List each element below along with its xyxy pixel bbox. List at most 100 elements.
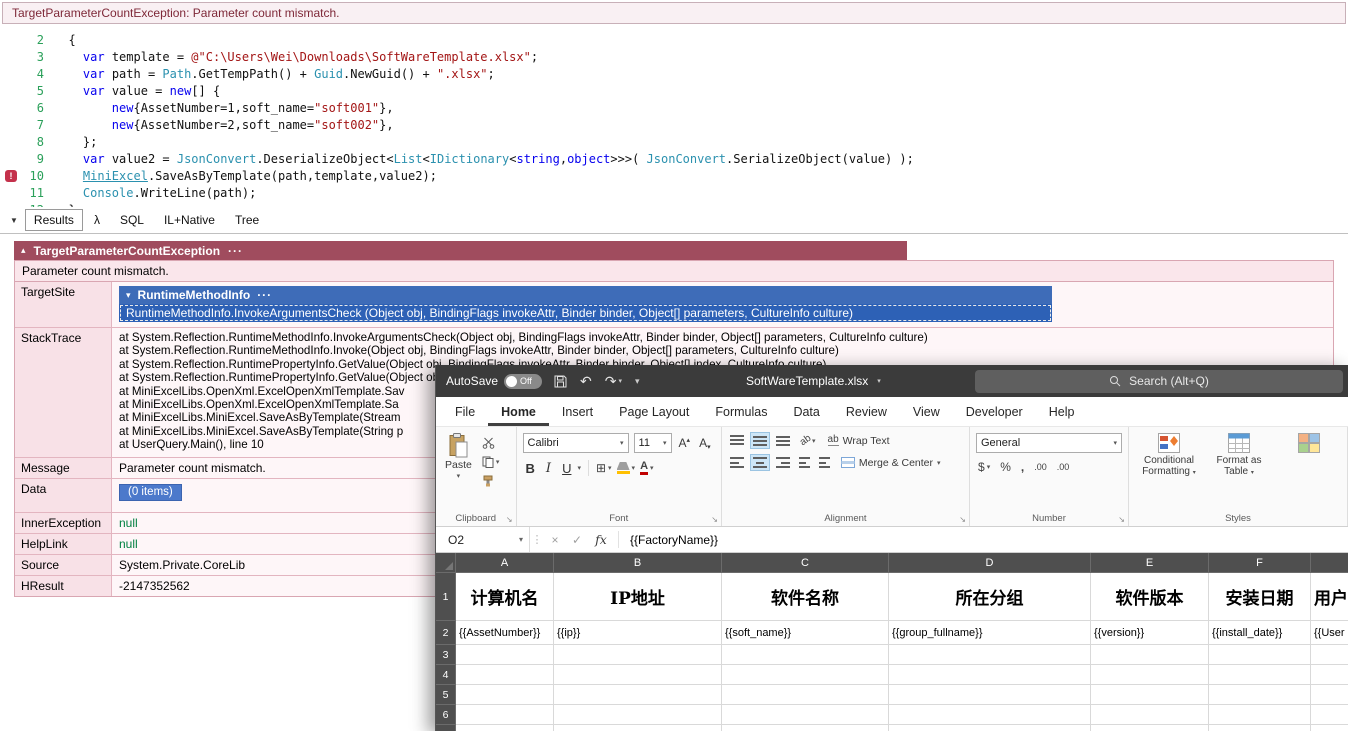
items-badge[interactable]: (0 items)	[119, 483, 182, 501]
collapse-exception-icon[interactable]: ▴	[21, 245, 26, 256]
search-box[interactable]: Search (Alt+Q)	[975, 369, 1343, 393]
cell-E2[interactable]: {{version}}	[1091, 621, 1209, 645]
alignment-dialog-launcher[interactable]: ↘	[959, 515, 966, 524]
code-text[interactable]: Console.WriteLine(path);	[54, 185, 256, 202]
code-text[interactable]: var value2 = JsonConvert.DeserializeObje…	[54, 151, 914, 168]
decrease-font-size-button[interactable]: A ▾	[697, 436, 713, 451]
column-header-E[interactable]: E	[1091, 553, 1209, 573]
cell-E6[interactable]	[1091, 705, 1209, 725]
cell-G1[interactable]: 用户	[1311, 573, 1348, 621]
align-bottom-button[interactable]	[774, 433, 792, 448]
tab-il-native[interactable]: IL+Native	[155, 209, 224, 231]
cell-E4[interactable]	[1091, 665, 1209, 685]
paste-button[interactable]: Paste ▾	[445, 433, 472, 487]
menu-tab-view[interactable]: View	[900, 397, 953, 426]
align-middle-button[interactable]	[749, 432, 770, 449]
code-text[interactable]: var template = @"C:\Users\Wei\Downloads\…	[54, 49, 538, 66]
cell-A1[interactable]: 计算机名	[456, 573, 554, 621]
borders-button[interactable]: ⊞ ▾	[596, 461, 612, 475]
cell-A2[interactable]: {{AssetNumber}}	[456, 621, 554, 645]
orientation-button[interactable]: ab ▾	[798, 433, 816, 448]
cell-F2[interactable]: {{install_date}}	[1209, 621, 1311, 645]
underline-button[interactable]: U	[559, 461, 572, 476]
decrease-indent-button[interactable]	[797, 455, 812, 470]
row-header-1[interactable]: 1	[436, 573, 456, 621]
code-text[interactable]: new{AssetNumber=2,soft_name="soft002"},	[54, 117, 394, 134]
column-header-G[interactable]: G	[1311, 553, 1348, 573]
cell-G6[interactable]	[1311, 705, 1348, 725]
cell-G7[interactable]	[1311, 725, 1348, 731]
title-dropdown-icon[interactable]: ▾	[877, 377, 881, 385]
copy-button[interactable]: ▾	[482, 456, 499, 468]
code-line-11[interactable]: 11 Console.WriteLine(path);	[0, 185, 1348, 202]
column-header-F[interactable]: F	[1209, 553, 1311, 573]
code-line-10[interactable]: ! 10 MiniExcel.SaveAsByTemplate(path,temp…	[0, 168, 1348, 185]
cell-D2[interactable]: {{group_fullname}}	[889, 621, 1091, 645]
cell-B7[interactable]	[554, 725, 722, 731]
cell-G5[interactable]	[1311, 685, 1348, 705]
code-text[interactable]: var path = Path.GetTempPath() + Guid.New…	[54, 66, 495, 83]
cut-button[interactable]	[482, 437, 500, 449]
format-painter-button[interactable]	[482, 475, 500, 487]
cell-F6[interactable]	[1209, 705, 1311, 725]
decrease-decimal-button[interactable]: .00	[1057, 462, 1070, 472]
underline-dropdown-icon[interactable]: ▾	[577, 464, 581, 472]
column-header-C[interactable]: C	[722, 553, 889, 573]
cell-B4[interactable]	[554, 665, 722, 685]
increase-decimal-button[interactable]: .00	[1034, 462, 1047, 472]
cell-C6[interactable]	[722, 705, 889, 725]
autosave-toggle[interactable]: Off	[504, 373, 543, 389]
cell-D6[interactable]	[889, 705, 1091, 725]
menu-tab-home[interactable]: Home	[488, 397, 549, 426]
code-text[interactable]: new{AssetNumber=1,soft_name="soft001"},	[54, 100, 394, 117]
collapse-targetsite-icon[interactable]: ▾	[126, 290, 131, 301]
code-text[interactable]: MiniExcel.SaveAsByTemplate(path,template…	[54, 168, 437, 185]
menu-tab-help[interactable]: Help	[1036, 397, 1088, 426]
conditional-formatting-button[interactable]: Conditional Formatting ▾	[1137, 433, 1201, 479]
tab-sql[interactable]: SQL	[111, 209, 153, 231]
fill-color-button[interactable]: ▾	[616, 462, 635, 474]
cell-E3[interactable]	[1091, 645, 1209, 665]
cell-C7[interactable]	[722, 725, 889, 731]
cell-F4[interactable]	[1209, 665, 1311, 685]
align-top-button[interactable]	[728, 433, 746, 448]
formula-input[interactable]: {{FactoryName}}	[623, 533, 1348, 547]
percent-style-button[interactable]: %	[1000, 460, 1011, 474]
cell-D1[interactable]: 所在分组	[889, 573, 1091, 621]
redo-button[interactable]: ↷ ▾	[605, 374, 622, 388]
code-line-4[interactable]: 4 var path = Path.GetTempPath() + Guid.N…	[0, 66, 1348, 83]
menu-tab-insert[interactable]: Insert	[549, 397, 606, 426]
cell-B5[interactable]	[554, 685, 722, 705]
cell-B1[interactable]: IP地址	[554, 573, 722, 621]
bold-button[interactable]: B	[523, 461, 538, 476]
cell-B6[interactable]	[554, 705, 722, 725]
row-header-5[interactable]: 5	[436, 685, 456, 705]
row-header-4[interactable]: 4	[436, 665, 456, 685]
cell-B3[interactable]	[554, 645, 722, 665]
font-name-combo[interactable]: Calibri ▾	[522, 433, 629, 453]
menu-tab-data[interactable]: Data	[780, 397, 832, 426]
code-editor[interactable]: 2 {3 var template = @"C:\Users\Wei\Downl…	[0, 32, 1348, 207]
column-header-A[interactable]: A	[456, 553, 554, 573]
tab-tree[interactable]: Tree	[226, 209, 268, 231]
format-as-table-button[interactable]: Format as Table ▾	[1207, 433, 1271, 479]
cell-A7[interactable]	[456, 725, 554, 731]
cell-C3[interactable]	[722, 645, 889, 665]
font-color-button[interactable]: A ▾	[640, 461, 654, 475]
align-left-button[interactable]	[728, 455, 746, 470]
code-line-3[interactable]: 3 var template = @"C:\Users\Wei\Download…	[0, 49, 1348, 66]
code-text[interactable]: {	[54, 32, 75, 49]
code-text[interactable]: var value = new[] {	[54, 83, 220, 100]
increase-indent-button[interactable]	[817, 455, 832, 470]
cell-E5[interactable]	[1091, 685, 1209, 705]
italic-button[interactable]: I	[543, 461, 554, 476]
menu-tab-page-layout[interactable]: Page Layout	[606, 397, 702, 426]
merge-center-button[interactable]: Merge & Center ▾	[840, 457, 941, 469]
cell-A6[interactable]	[456, 705, 554, 725]
font-size-combo[interactable]: 11 ▾	[633, 433, 672, 453]
accounting-format-button[interactable]: $ ▾	[978, 460, 990, 474]
cell-G2[interactable]: {{User	[1311, 621, 1348, 645]
align-center-button[interactable]	[749, 454, 770, 471]
exception-menu-icon[interactable]: ···	[228, 244, 243, 258]
cell-D7[interactable]	[889, 725, 1091, 731]
